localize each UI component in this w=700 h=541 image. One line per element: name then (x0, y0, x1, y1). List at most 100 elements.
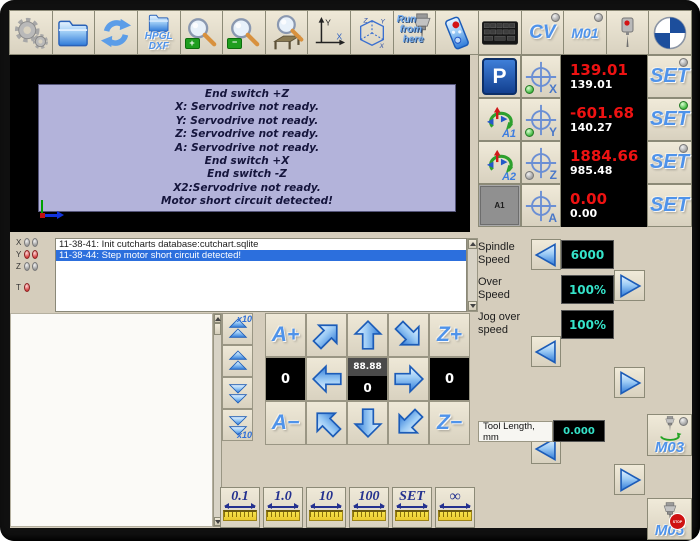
jog-right-button[interactable] (388, 357, 429, 401)
scroll-down-arrow[interactable] (468, 301, 477, 311)
m01-label: M01 (571, 25, 598, 41)
probe-button[interactable] (606, 10, 650, 55)
step-100-button[interactable]: 100 (349, 487, 389, 528)
step-label: 0.1 (231, 489, 249, 504)
m01-toggle-button[interactable]: M01 (563, 10, 607, 55)
io-led (24, 262, 30, 271)
view-3d-button[interactable] (350, 10, 394, 55)
left-triangle-icon (533, 339, 559, 365)
log-entry[interactable]: 11-38-41: Init cutcharts database:cutcha… (56, 239, 466, 250)
ruler-icon (352, 510, 385, 521)
over-speed-up-button[interactable] (614, 367, 645, 398)
message-line: X: Servodrive not ready. (39, 101, 455, 114)
jog-down-right-button[interactable] (388, 401, 429, 445)
z-minus-label: Z− (437, 411, 462, 435)
scroll-up-arrow[interactable] (468, 239, 477, 249)
jog-a-minus-button[interactable]: A− (265, 401, 306, 445)
step-10-button[interactable]: 10 (306, 487, 346, 528)
m03-spindle-on-button[interactable]: M03 (647, 414, 692, 456)
tool-length-label: Tool Length, mm (478, 421, 553, 442)
machine-value: 0.00 (570, 207, 597, 220)
tool-length-display: 0.000 (553, 420, 605, 442)
zoom-in-button[interactable]: + (180, 10, 224, 55)
scroll-thumb[interactable] (214, 323, 221, 335)
jog-left-button[interactable] (306, 357, 347, 401)
reload-button[interactable] (94, 10, 138, 55)
import-hpgl-dxf-button[interactable]: HPGL DXF (137, 10, 181, 55)
rotary-a1-button[interactable]: A1 (478, 98, 521, 141)
dxf-label: DXF (149, 42, 169, 52)
message-box: End switch +Z X: Servodrive not ready. Y… (38, 84, 456, 212)
spindle-speed-up-button[interactable] (614, 270, 645, 301)
jog-z-minus-button[interactable]: Z− (429, 401, 470, 445)
jog-z-plus-button[interactable]: Z+ (429, 313, 470, 357)
axis-z-zero-button[interactable]: Z (521, 141, 561, 184)
jog-a-plus-button[interactable]: A+ (265, 313, 306, 357)
step-set-button[interactable]: SET (392, 487, 432, 528)
step-up-button[interactable] (222, 345, 253, 377)
arrow-down-icon (351, 406, 385, 440)
scroll-up-arrow[interactable] (214, 314, 221, 323)
jog-down-button[interactable] (347, 401, 388, 445)
remote-control-button[interactable] (435, 10, 479, 55)
jog-up-button[interactable] (347, 313, 388, 357)
keyboard-button[interactable] (478, 10, 522, 55)
jog-up-left-button[interactable] (306, 313, 347, 357)
gcode-viewport[interactable]: End switch +Z X: Servodrive not ready. Y… (10, 55, 470, 232)
jog-up-right-button[interactable] (388, 313, 429, 357)
jog-down-left-button[interactable] (306, 401, 347, 445)
cube-axes-icon (355, 16, 389, 50)
jog-feed-cell: 88.880 (347, 357, 388, 401)
axis-a-zero-button[interactable]: A (521, 184, 561, 227)
step-up-x10-button[interactable]: x10 (222, 313, 253, 345)
log-list[interactable]: 11-38-41: Init cutcharts database:cutcha… (55, 238, 467, 312)
view-xy-button[interactable] (307, 10, 351, 55)
step-1.0-button[interactable]: 1.0 (263, 487, 303, 528)
m05-spindle-stop-button[interactable]: STOP M05 (647, 498, 692, 540)
log-scrollbar[interactable] (467, 238, 478, 312)
open-file-button[interactable] (52, 10, 96, 55)
step-down-x10-button[interactable]: x10 (222, 409, 253, 441)
magnifier-icon (274, 14, 304, 44)
datum-button[interactable] (648, 10, 692, 55)
set-x-button[interactable]: SET (647, 55, 692, 98)
program-list[interactable] (10, 313, 213, 527)
a1-disabled-button[interactable]: A1 (478, 184, 521, 227)
set-label: SET (650, 194, 689, 217)
park-button[interactable]: P (478, 55, 521, 98)
run-from-here-button[interactable]: Runfromhere (393, 10, 437, 55)
axis-x-display: 139.01139.01 (561, 55, 647, 98)
a-plus-label: A+ (272, 323, 299, 347)
message-line: Motor short circuit detected! (39, 195, 455, 208)
a1-disabled-label: A1 (480, 186, 519, 225)
cv-led (551, 13, 560, 22)
zoom-to-table-button[interactable] (265, 10, 309, 55)
axis-letter: Y (549, 125, 557, 139)
range-arrow-icon (397, 506, 427, 508)
axis-x-zero-button[interactable]: X (521, 55, 561, 98)
cv-toggle-button[interactable]: CV (521, 10, 565, 55)
ruler-icon (223, 510, 256, 521)
range-arrow-icon (268, 506, 298, 508)
step-continuous-button[interactable]: ∞ (435, 487, 475, 528)
spindle-speed-down-button[interactable] (531, 239, 561, 270)
axis-y-zero-button[interactable]: Y (521, 98, 561, 141)
set-a-button[interactable]: SET (647, 184, 692, 227)
axis-row-x: P X 139.01139.01 SET (478, 55, 692, 98)
datum-icon (652, 15, 688, 51)
probe-icon (616, 16, 640, 50)
jog-over-speed-up-button[interactable] (614, 464, 645, 495)
log-entry-selected[interactable]: 11-38-44: Step motor short circuit detec… (56, 250, 466, 261)
rotary-a2-button[interactable]: A2 (478, 141, 521, 184)
step-down-button[interactable] (222, 377, 253, 409)
axis-x-led (525, 85, 534, 94)
io-led (32, 238, 38, 247)
set-y-led (679, 101, 688, 110)
step-0.1-button[interactable]: 0.1 (220, 487, 260, 528)
zoom-out-button[interactable]: − (222, 10, 266, 55)
set-z-button[interactable]: SET (647, 141, 692, 184)
settings-button[interactable] (9, 10, 53, 55)
set-y-button[interactable]: SET (647, 98, 692, 141)
over-speed-label: Over Speed (478, 272, 532, 305)
over-speed-down-button[interactable] (531, 336, 561, 367)
